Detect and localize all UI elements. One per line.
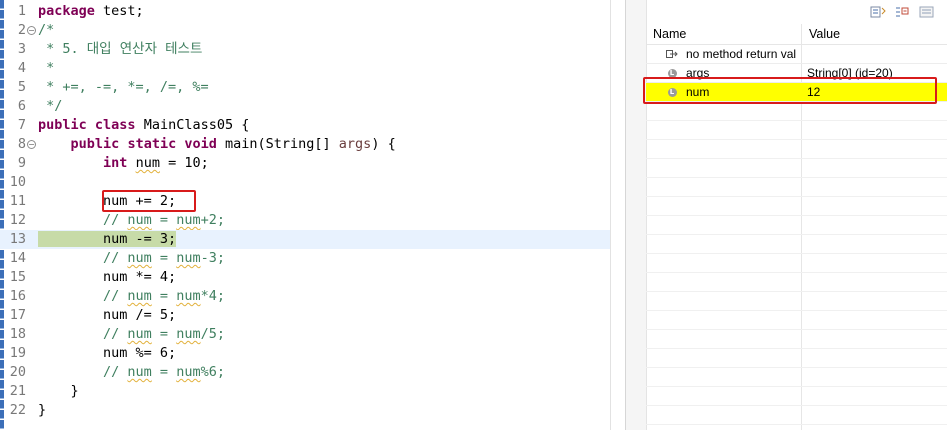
code-line[interactable]: 14 // num = num-3; [0, 249, 610, 268]
code-line[interactable]: 1 package test; [0, 2, 610, 21]
line-number[interactable]: 10 [0, 173, 26, 192]
variables-toolbar [647, 0, 947, 24]
code-text[interactable]: // num = num%6; [38, 363, 225, 382]
empty-table-row [646, 311, 947, 330]
code-line[interactable]: 15 num *= 4; [0, 268, 610, 287]
annotation-box-line-11 [102, 190, 196, 212]
code-text[interactable]: num %= 6; [38, 344, 176, 363]
empty-table-row [646, 330, 947, 349]
empty-table-row [646, 387, 947, 406]
line-number[interactable]: 1 [0, 2, 26, 21]
code-text[interactable]: // num = num+2; [38, 211, 225, 230]
empty-table-row [646, 140, 947, 159]
line-number[interactable]: 18 [0, 325, 26, 344]
value-column-header[interactable]: Value [809, 24, 840, 45]
code-line[interactable]: 3 * 5. 대입 연산자 테스트 [0, 40, 610, 59]
variable-name: no method return val [686, 47, 797, 61]
code-text[interactable]: // num = num*4; [38, 287, 225, 306]
collapse-all-icon[interactable] [893, 4, 911, 20]
show-type-names-icon[interactable] [869, 4, 887, 20]
empty-table-row [646, 292, 947, 311]
code-line[interactable]: 4 * [0, 59, 610, 78]
code-line[interactable]: 11 num += 2; [0, 192, 610, 211]
empty-table-row [646, 216, 947, 235]
code-line[interactable]: 20 // num = num%6; [0, 363, 610, 382]
variables-view-left-gutter [626, 0, 647, 430]
variable-row-no[interactable]: no method return val [646, 45, 947, 64]
line-number[interactable]: 20 [0, 363, 26, 382]
collapse-fold-icon[interactable]: − [27, 140, 36, 149]
line-number[interactable]: 12 [0, 211, 26, 230]
line-number[interactable]: 7 [0, 116, 26, 135]
code-line[interactable]: 7 public class MainClass05 { [0, 116, 610, 135]
code-line[interactable]: 8− public static void main(String[] args… [0, 135, 610, 154]
name-column-header[interactable]: Name [653, 24, 686, 45]
code-text[interactable]: num *= 4; [38, 268, 176, 287]
method-return-icon [666, 48, 678, 60]
line-number[interactable]: 3 [0, 40, 26, 59]
code-line[interactable]: 5 * +=, -=, *=, /=, %= [0, 78, 610, 97]
line-number[interactable]: 19 [0, 344, 26, 363]
empty-table-row [646, 178, 947, 197]
code-line[interactable]: 21 } [0, 382, 610, 401]
line-number[interactable]: 6 [0, 97, 26, 116]
line-number[interactable]: 21 [0, 382, 26, 401]
code-text[interactable]: package test; [38, 2, 144, 21]
empty-table-row [646, 368, 947, 387]
empty-table-row [646, 102, 947, 121]
code-text[interactable]: */ [38, 97, 62, 116]
empty-table-row [646, 197, 947, 216]
code-line[interactable]: 10 [0, 173, 610, 192]
code-text[interactable]: } [38, 382, 79, 401]
view-menu-icon[interactable] [918, 4, 936, 20]
code-line[interactable]: 18 // num = num/5; [0, 325, 610, 344]
code-line[interactable]: 22} [0, 401, 610, 420]
code-text[interactable]: // num = num-3; [38, 249, 225, 268]
empty-table-row [646, 254, 947, 273]
empty-table-row [646, 121, 947, 140]
code-line[interactable]: 16 // num = num*4; [0, 287, 610, 306]
code-line[interactable]: 2−/* [0, 21, 610, 40]
line-number[interactable]: 14 [0, 249, 26, 268]
code-text[interactable]: * [38, 59, 54, 78]
line-number[interactable]: 13 [0, 230, 26, 249]
code-text[interactable]: public static void main(String[] args) { [38, 135, 396, 154]
line-number[interactable]: 11 [0, 192, 26, 211]
line-number[interactable]: 16 [0, 287, 26, 306]
empty-table-row [646, 406, 947, 425]
annotation-box-num-row [643, 77, 937, 104]
code-text[interactable]: } [38, 401, 46, 420]
line-number[interactable]: 5 [0, 78, 26, 97]
code-text[interactable]: /* [38, 21, 54, 40]
code-line[interactable]: 12 // num = num+2; [0, 211, 610, 230]
code-editor[interactable]: 1 package test; 2−/* 3 * 5. 대입 연산자 테스트 4 * 5 … [0, 0, 625, 430]
line-number[interactable]: 4 [0, 59, 26, 78]
code-text[interactable]: num /= 5; [38, 306, 176, 325]
line-number[interactable]: 15 [0, 268, 26, 287]
code-line[interactable]: 19 num %= 6; [0, 344, 610, 363]
code-text[interactable]: * 5. 대입 연산자 테스트 [38, 40, 202, 59]
variables-table-header: Name Value [647, 24, 947, 45]
overview-ruler[interactable] [610, 0, 639, 430]
code-text[interactable]: // num = num/5; [38, 325, 225, 344]
code-text[interactable]: num -= 3; [38, 230, 177, 249]
code-text[interactable]: public class MainClass05 { [38, 116, 249, 135]
line-number[interactable]: 22 [0, 401, 26, 420]
line-number[interactable]: 2 [0, 21, 26, 40]
code-text[interactable]: int num = 10; [38, 154, 209, 173]
empty-table-row [646, 159, 947, 178]
empty-table-row [646, 349, 947, 368]
empty-table-row [646, 235, 947, 254]
empty-table-row [646, 273, 947, 292]
collapse-fold-icon[interactable]: − [27, 26, 36, 35]
line-number[interactable]: 17 [0, 306, 26, 325]
code-text[interactable]: * +=, -=, *=, /=, %= [38, 78, 209, 97]
code-line[interactable]: 6 */ [0, 97, 610, 116]
code-line[interactable]: 17 num /= 5; [0, 306, 610, 325]
line-number[interactable]: 8 [0, 135, 26, 154]
code-line[interactable]: 13 num -= 3; [0, 230, 610, 249]
code-line[interactable]: 9 int num = 10; [0, 154, 610, 173]
line-number[interactable]: 9 [0, 154, 26, 173]
